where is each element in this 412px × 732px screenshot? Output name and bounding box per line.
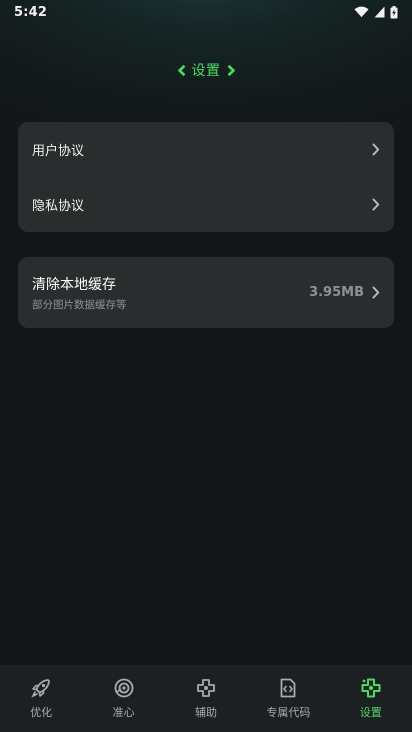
rocket-icon bbox=[31, 679, 51, 698]
nav-label-crosshair: 准心 bbox=[112, 706, 135, 719]
chevron-right-icon bbox=[227, 64, 235, 76]
cache-text: 清除本地缓存 部分图片数据缓存等 bbox=[32, 274, 127, 312]
nav-label-assist: 辅助 bbox=[194, 706, 217, 719]
chevron-left-icon bbox=[177, 64, 185, 76]
privacy-agreement-label: 隐私协议 bbox=[32, 199, 85, 214]
cache-right: 3.95MB bbox=[309, 285, 380, 300]
page-title: 设置 bbox=[191, 63, 221, 79]
status-icons bbox=[354, 5, 398, 19]
status-bar: 5:42 bbox=[0, 0, 412, 24]
nav-item-exclusive-code[interactable]: 专属代码 bbox=[247, 677, 329, 720]
nav-label-settings: 设置 bbox=[359, 706, 382, 719]
cache-card: 清除本地缓存 部分图片数据缓存等 3.95MB bbox=[18, 257, 394, 328]
chevron-right-icon bbox=[372, 198, 380, 211]
battery-icon bbox=[390, 5, 398, 18]
wifi-icon bbox=[354, 6, 369, 18]
nav-item-optimize[interactable]: 优化 bbox=[0, 677, 82, 720]
chevron-right-icon bbox=[372, 143, 380, 156]
agreements-card: 用户协议 隐私协议 bbox=[18, 122, 394, 232]
chevron-right-icon bbox=[372, 286, 380, 299]
crosshair-icon bbox=[114, 678, 133, 698]
settings-gamepad-icon bbox=[361, 678, 381, 698]
user-agreement-row[interactable]: 用户协议 bbox=[18, 122, 394, 177]
privacy-agreement-row[interactable]: 隐私协议 bbox=[18, 177, 394, 232]
bottom-nav: 优化 准心 辅助 专属代码 设置 bbox=[0, 665, 412, 732]
code-file-icon bbox=[280, 678, 296, 698]
clear-cache-title: 清除本地缓存 bbox=[32, 276, 116, 293]
gamepad-icon bbox=[197, 679, 215, 697]
status-time: 5:42 bbox=[14, 4, 48, 20]
nav-label-exclusive-code: 专属代码 bbox=[266, 706, 311, 719]
nav-item-crosshair[interactable]: 准心 bbox=[83, 677, 165, 720]
signal-icon bbox=[374, 6, 385, 18]
nav-item-settings[interactable]: 设置 bbox=[330, 677, 412, 720]
nav-label-optimize: 优化 bbox=[30, 706, 53, 719]
clear-cache-subtitle: 部分图片数据缓存等 bbox=[32, 298, 127, 311]
cache-size: 3.95MB bbox=[309, 285, 364, 300]
user-agreement-label: 用户协议 bbox=[32, 144, 85, 159]
clear-cache-row[interactable]: 清除本地缓存 部分图片数据缓存等 3.95MB bbox=[18, 257, 394, 328]
page-header: 设置 bbox=[0, 58, 412, 82]
nav-item-assist[interactable]: 辅助 bbox=[165, 677, 247, 720]
